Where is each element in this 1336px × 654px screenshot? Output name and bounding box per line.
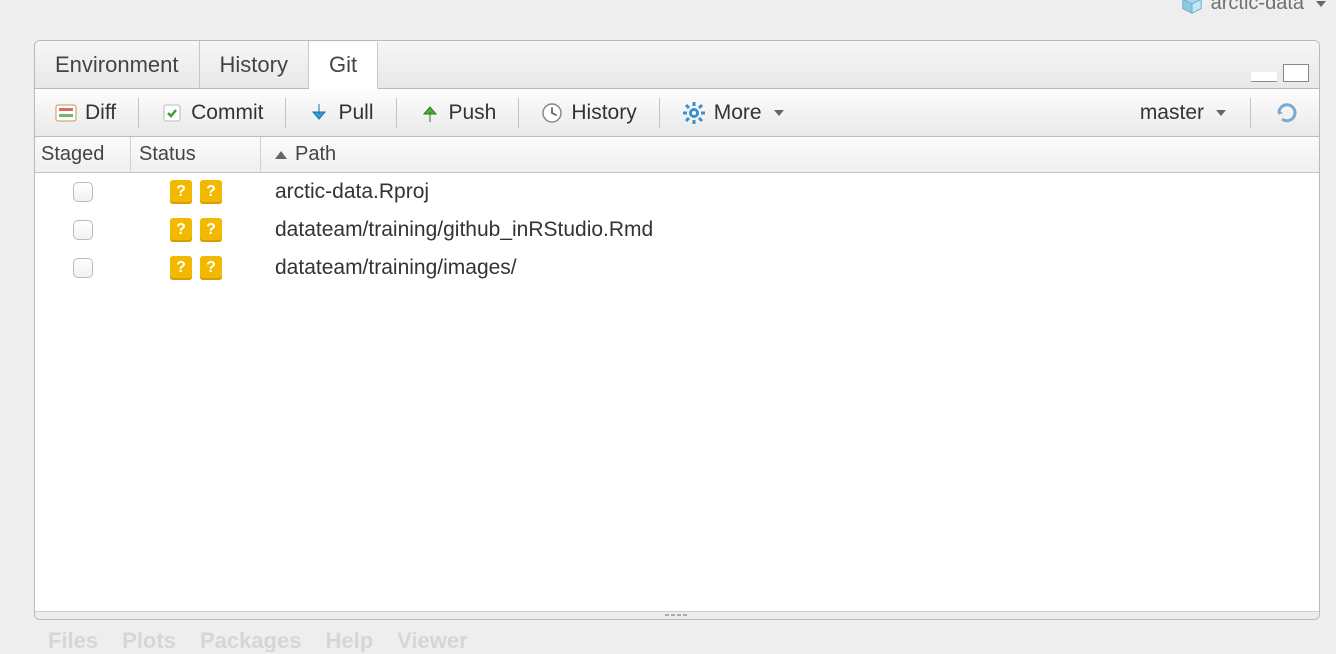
status-untracked-icon: ? — [170, 256, 192, 280]
tab-viewer-lower[interactable]: Viewer — [397, 628, 468, 652]
table-row[interactable]: ? ? arctic-data.Rproj — [35, 173, 1319, 211]
git-panel: Environment History Git Diff Commit Pul — [34, 40, 1320, 620]
separator — [659, 98, 660, 128]
git-toolbar: Diff Commit Pull Push Hi — [35, 89, 1319, 137]
project-selector[interactable]: arctic-data — [1181, 0, 1326, 15]
chevron-down-icon — [1216, 110, 1226, 116]
minimize-pane-icon[interactable] — [1251, 72, 1277, 82]
col-staged[interactable]: Staged — [35, 137, 131, 172]
branch-name: master — [1140, 101, 1204, 125]
tab-environment[interactable]: Environment — [35, 41, 200, 88]
pull-button[interactable]: Pull — [296, 97, 385, 129]
branch-selector[interactable]: master — [1128, 97, 1238, 129]
file-path: datateam/training/images/ — [261, 256, 1319, 280]
more-button[interactable]: More — [670, 97, 796, 129]
tab-packages-lower[interactable]: Packages — [200, 628, 302, 652]
commit-icon — [161, 102, 183, 124]
diff-button[interactable]: Diff — [43, 97, 128, 129]
staged-checkbox[interactable] — [73, 220, 93, 240]
status-untracked-icon: ? — [170, 218, 192, 242]
chevron-down-icon — [774, 110, 784, 116]
staged-checkbox[interactable] — [73, 182, 93, 202]
table-row[interactable]: ? ? datateam/training/github_inRStudio.R… — [35, 211, 1319, 249]
tab-git[interactable]: Git — [309, 42, 378, 89]
pull-label: Pull — [338, 101, 373, 125]
history-label: History — [571, 101, 636, 125]
tab-plots-lower[interactable]: Plots — [122, 628, 176, 652]
col-status[interactable]: Status — [131, 137, 261, 172]
pane-tabs: Environment History Git — [35, 41, 1319, 89]
staged-checkbox[interactable] — [73, 258, 93, 278]
cube-icon — [1181, 0, 1203, 15]
refresh-button[interactable] — [1263, 97, 1311, 129]
refresh-icon — [1275, 101, 1299, 125]
diff-icon — [55, 103, 77, 123]
history-button[interactable]: History — [529, 97, 648, 129]
separator — [138, 98, 139, 128]
file-table-header: Staged Status Path — [35, 137, 1319, 173]
sort-asc-icon — [275, 151, 287, 159]
separator — [285, 98, 286, 128]
status-untracked-icon: ? — [200, 180, 222, 204]
push-icon — [419, 102, 441, 124]
file-list: ? ? arctic-data.Rproj ? ? datateam/train… — [35, 173, 1319, 611]
tab-help-lower[interactable]: Help — [325, 628, 373, 652]
push-label: Push — [449, 101, 497, 125]
col-path-label: Path — [295, 143, 336, 166]
pull-icon — [308, 102, 330, 124]
gear-icon — [682, 101, 706, 125]
push-button[interactable]: Push — [407, 97, 509, 129]
commit-label: Commit — [191, 101, 263, 125]
tab-history[interactable]: History — [200, 41, 309, 88]
clock-icon — [541, 102, 563, 124]
diff-label: Diff — [85, 101, 116, 125]
status-untracked-icon: ? — [170, 180, 192, 204]
separator — [1250, 98, 1251, 128]
grip-icon — [665, 614, 689, 617]
project-name: arctic-data — [1211, 0, 1304, 15]
separator — [518, 98, 519, 128]
tab-files-lower[interactable]: Files — [48, 628, 98, 652]
lower-pane-tabs: Files Plots Packages Help Viewer — [34, 628, 1320, 652]
more-label: More — [714, 101, 762, 125]
file-path: datateam/training/github_inRStudio.Rmd — [261, 218, 1319, 242]
table-row[interactable]: ? ? datateam/training/images/ — [35, 249, 1319, 287]
chevron-down-icon — [1316, 1, 1326, 7]
status-untracked-icon: ? — [200, 218, 222, 242]
separator — [396, 98, 397, 128]
splitter[interactable] — [35, 611, 1319, 619]
commit-button[interactable]: Commit — [149, 97, 275, 129]
col-path[interactable]: Path — [261, 143, 1319, 166]
file-path: arctic-data.Rproj — [261, 180, 1319, 204]
status-untracked-icon: ? — [200, 256, 222, 280]
maximize-pane-icon[interactable] — [1283, 64, 1309, 82]
